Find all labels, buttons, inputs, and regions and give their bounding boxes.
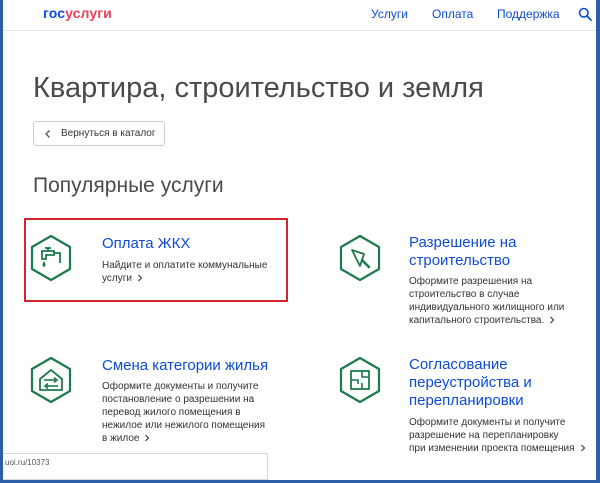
- house-exchange-icon[interactable]: [29, 356, 73, 404]
- service-desc-utilities: Найдите и оплатите коммунальные услуги: [102, 259, 282, 285]
- service-desc-redevelopment: Оформите документы и получите разрешение…: [409, 416, 594, 455]
- browser-page: госуслуги Услуги Оплата Поддержка Кварти…: [3, 0, 596, 480]
- floor-plan-icon[interactable]: [338, 356, 382, 404]
- service-title-utilities[interactable]: Оплата ЖКХ: [102, 235, 190, 253]
- chevron-right-icon[interactable]: [136, 274, 144, 282]
- desc-line: капитального строительства.: [409, 315, 545, 326]
- desc-line: Оформите разрешения на: [409, 276, 533, 287]
- desc-line: строительство в случае: [409, 289, 520, 300]
- desc-line: Найдите и оплатите коммунальные: [102, 260, 268, 271]
- title-line: Согласование: [409, 356, 508, 373]
- service-title-housing-category[interactable]: Смена категории жилья: [102, 357, 268, 375]
- title-line: Разрешение на: [409, 234, 517, 251]
- faucet-icon[interactable]: [29, 234, 73, 282]
- trowel-icon[interactable]: [338, 234, 382, 282]
- desc-line: нежилое или нежилого помещения: [102, 420, 266, 431]
- page-title: Квартира, строительство и земля: [33, 72, 484, 104]
- logo-part-uslugi: услуги: [65, 5, 112, 21]
- desc-line: разрешение на перепланировку: [409, 430, 559, 441]
- site-header: госуслуги Услуги Оплата Поддержка: [3, 0, 596, 31]
- title-line: перепланировки: [409, 392, 524, 409]
- logo-part-gos: гос: [43, 5, 66, 21]
- chevron-right-icon[interactable]: [579, 444, 587, 452]
- desc-line: при изменении проекта помещения: [409, 443, 575, 454]
- desc-line: индивидуального жилищного или: [409, 302, 565, 313]
- service-desc-building-permit: Оформите разрешения на строительство в с…: [409, 275, 589, 327]
- title-line: переустройства и: [409, 374, 532, 391]
- search-icon[interactable]: [578, 7, 592, 21]
- desc-line: в жилое: [102, 433, 140, 444]
- service-title-redevelopment[interactable]: Согласование переустройства и перепланир…: [409, 356, 532, 410]
- desc-line: перевод жилого помещения в: [102, 407, 241, 418]
- desc-line: услуги: [102, 273, 132, 284]
- chevron-right-icon[interactable]: [548, 316, 556, 324]
- desc-line: Оформите документы и получите: [409, 417, 566, 428]
- back-button-label: Вернуться в каталог: [61, 128, 156, 139]
- chevron-left-icon: [45, 129, 50, 138]
- gosuslugi-logo[interactable]: госуслуги: [43, 5, 112, 21]
- chevron-right-icon[interactable]: [143, 434, 151, 442]
- nav-services[interactable]: Услуги: [371, 7, 408, 21]
- title-line: строительство: [409, 252, 511, 269]
- status-bar-url: uoi.ru/10373: [3, 453, 268, 480]
- desc-line: Оформите документы и получите: [102, 381, 259, 392]
- desc-line: постановление о разрешении на: [102, 394, 255, 405]
- nav-support[interactable]: Поддержка: [497, 7, 560, 21]
- service-title-building-permit[interactable]: Разрешение на строительство: [409, 234, 516, 270]
- back-to-catalog-button[interactable]: Вернуться в каталог: [33, 121, 165, 146]
- nav-payment[interactable]: Оплата: [432, 7, 473, 21]
- service-desc-housing-category: Оформите документы и получите постановле…: [102, 380, 282, 445]
- section-title: Популярные услуги: [33, 174, 224, 197]
